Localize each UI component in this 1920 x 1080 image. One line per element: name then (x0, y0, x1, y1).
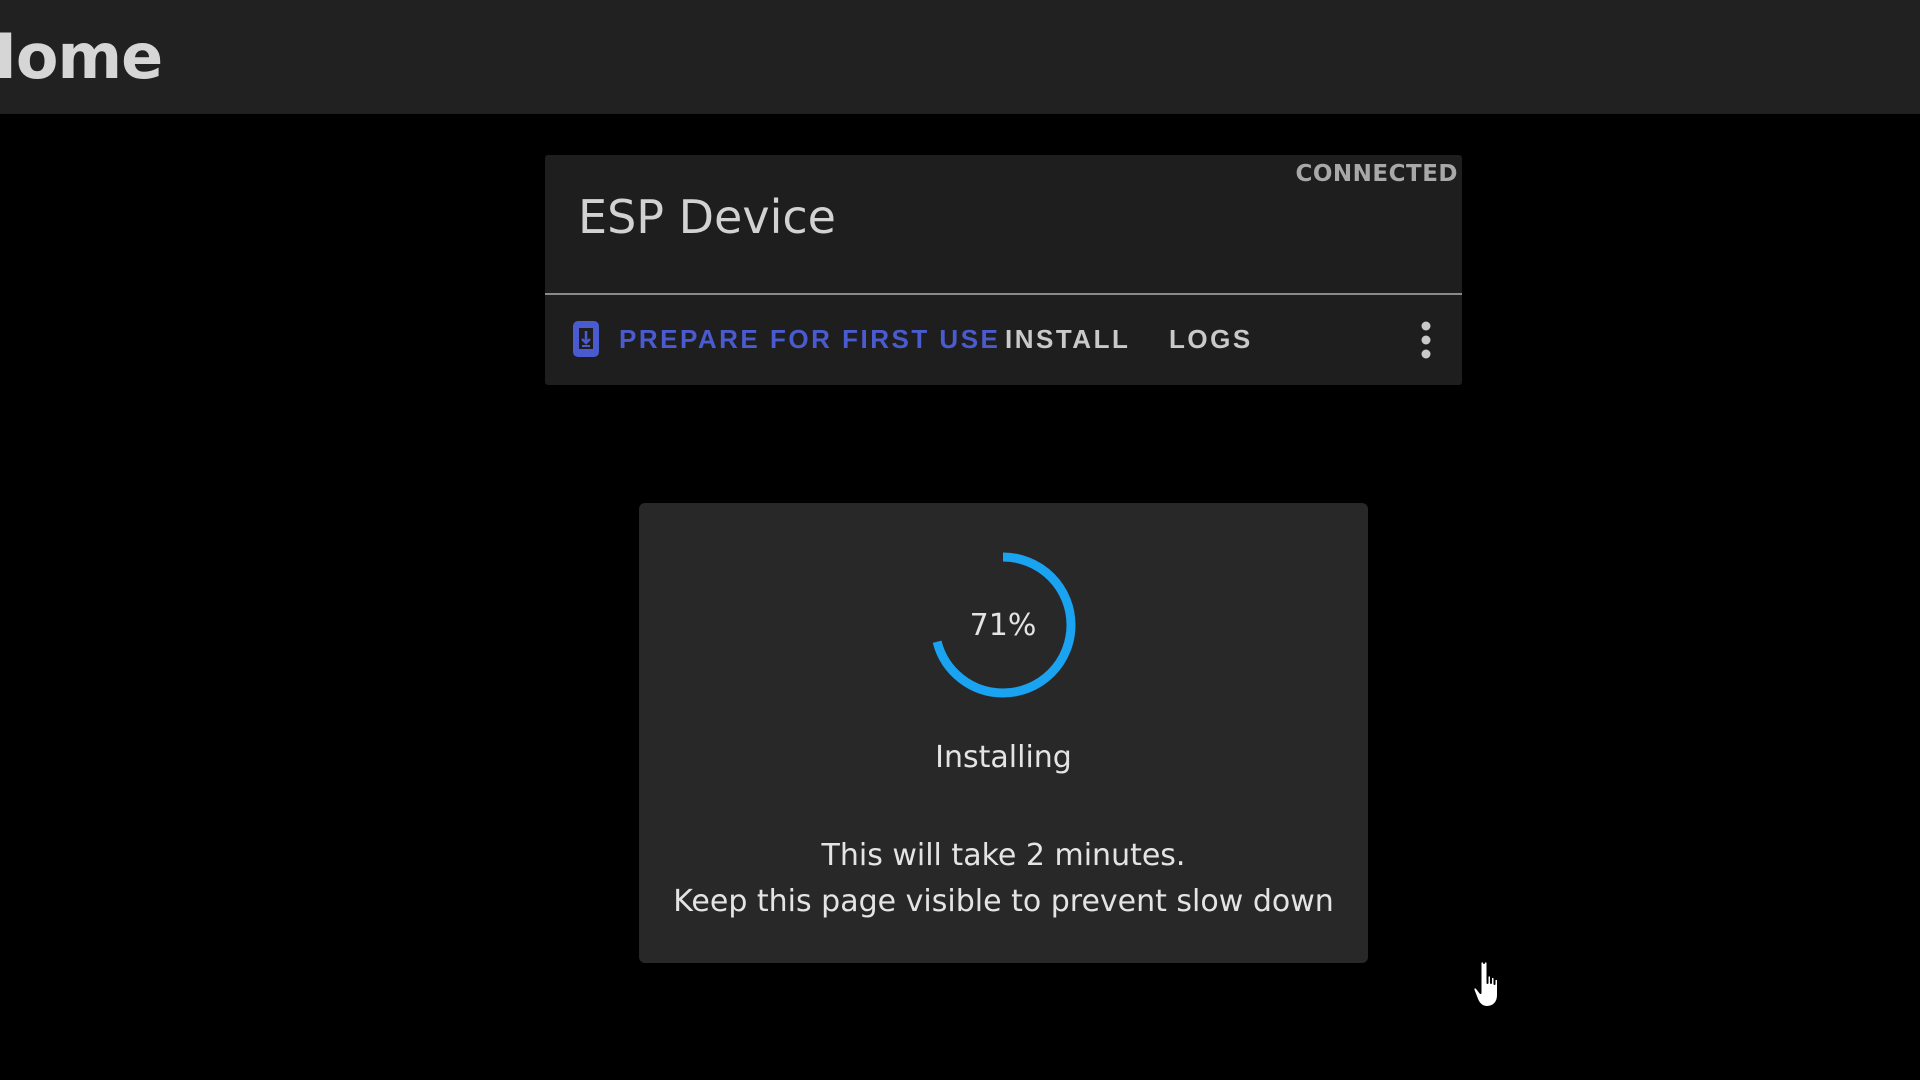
install-button[interactable]: INSTALL (1005, 319, 1130, 359)
prepare-button-label: PREPARE FOR FIRST USE (619, 323, 1001, 354)
device-card: ESP Device CONNECTED PREPARE FOR FIRST U… (545, 155, 1462, 385)
logs-button[interactable]: LOGS (1169, 319, 1253, 359)
device-card-header: ESP Device CONNECTED (545, 155, 1462, 295)
phone-download-icon (573, 321, 599, 357)
device-card-actions: PREPARE FOR FIRST USE INSTALL LOGS (545, 295, 1462, 385)
top-app-bar: Home (0, 0, 1920, 114)
progress-percent: 71% (969, 607, 1037, 643)
install-status-message: This will take 2 minutes. Keep this page… (639, 833, 1368, 925)
install-button-label: INSTALL (1005, 323, 1131, 354)
install-message-line-1: This will take 2 minutes. (821, 838, 1186, 873)
logs-button-label: LOGS (1169, 323, 1253, 354)
device-title: ESP Device (578, 190, 836, 244)
more-vert-icon[interactable] (1418, 321, 1434, 359)
prepare-for-first-use-button[interactable]: PREPARE FOR FIRST USE (573, 319, 1000, 359)
hand-pointer-icon (1472, 960, 1499, 1008)
install-status-title: Installing (935, 740, 1072, 775)
install-progress-dialog: 71% Installing This will take 2 minutes.… (639, 503, 1368, 963)
install-message-line-2: Keep this page visible to prevent slow d… (673, 884, 1334, 919)
status-badge: CONNECTED (1295, 161, 1458, 187)
page-title: Home (0, 20, 163, 93)
